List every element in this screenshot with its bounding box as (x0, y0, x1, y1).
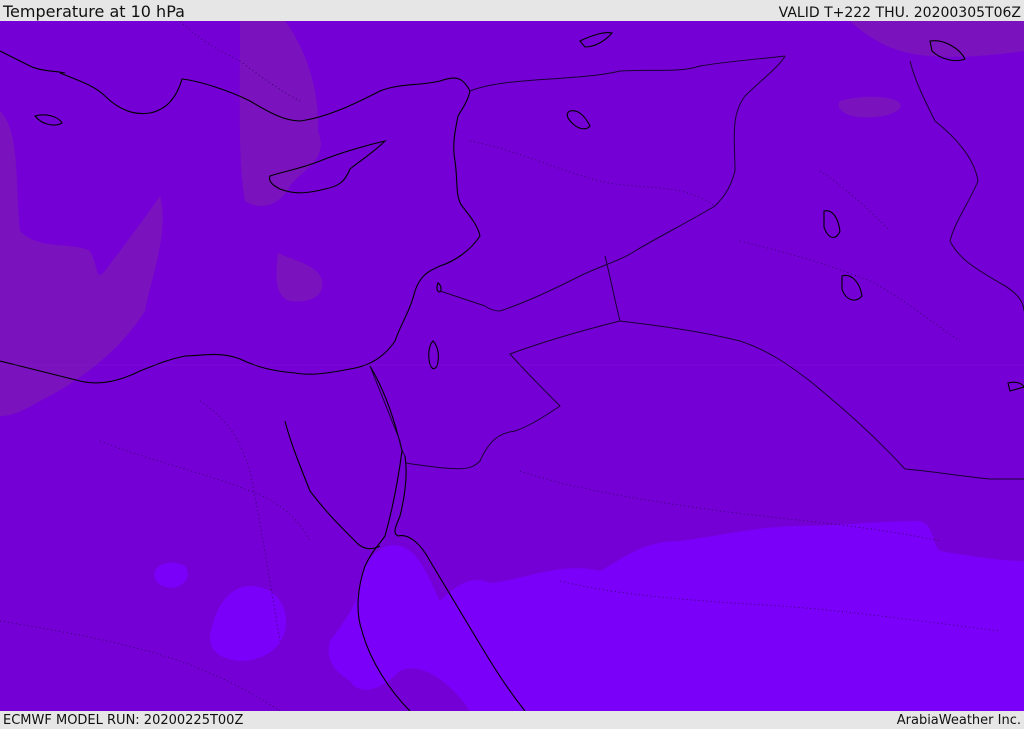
forecast-map-page: Temperature at 10 hPa VALID T+222 THU. 2… (0, 0, 1024, 729)
header-bar: Temperature at 10 hPa VALID T+222 THU. 2… (0, 0, 1024, 21)
map-title: Temperature at 10 hPa (3, 2, 185, 21)
model-run-label: ECMWF MODEL RUN: 20200225T00Z (3, 713, 244, 728)
valid-time-label: VALID T+222 THU. 20200305T06Z (778, 5, 1021, 21)
map-canvas (0, 21, 1024, 711)
temperature-map[interactable] (0, 21, 1024, 711)
credit-label: ArabiaWeather Inc. (896, 713, 1021, 728)
